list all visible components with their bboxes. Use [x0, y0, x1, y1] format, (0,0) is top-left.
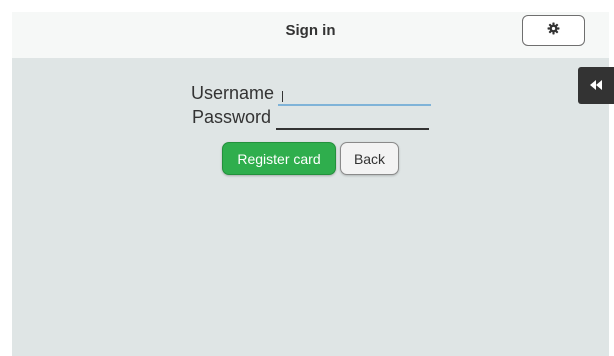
back-button[interactable]: Back [340, 142, 399, 175]
double-chevron-left-icon [590, 77, 602, 95]
side-panel-toggle[interactable] [578, 67, 614, 104]
password-label: Password [191, 107, 271, 127]
sign-in-screen: Sign in Username Password Register card … [0, 0, 614, 356]
gear-icon [547, 22, 560, 40]
header-bar: Sign in [12, 12, 609, 58]
page-title: Sign in [285, 22, 336, 39]
register-card-button[interactable]: Register card [222, 142, 336, 175]
username-label: Username [190, 83, 274, 103]
settings-button[interactable] [522, 15, 585, 46]
username-field[interactable] [278, 85, 431, 106]
password-field[interactable] [276, 109, 429, 130]
text-caret [282, 91, 283, 102]
